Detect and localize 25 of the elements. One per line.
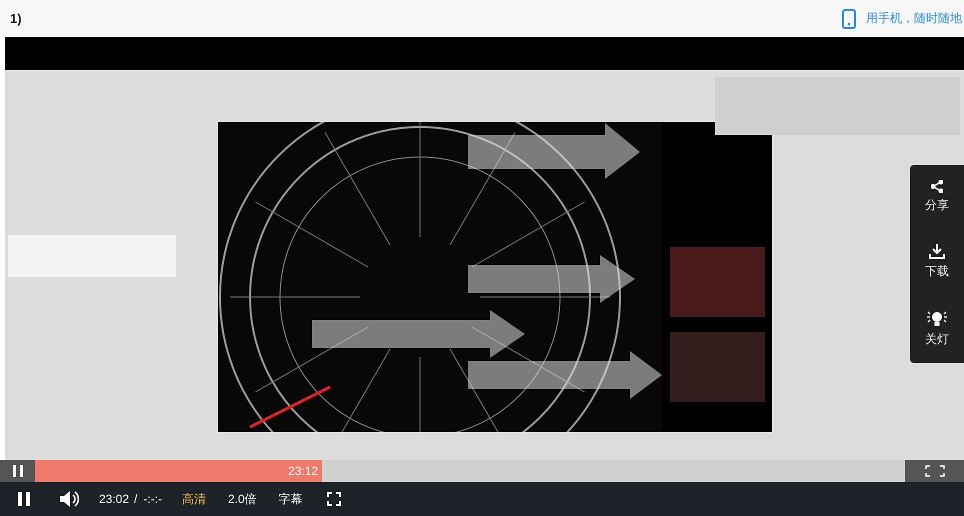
share-icon <box>931 180 943 194</box>
share-button[interactable]: 分享 <box>925 180 949 214</box>
pause-icon <box>18 492 30 506</box>
fullscreen-icon <box>326 492 341 506</box>
duration: -:-:- <box>143 492 162 506</box>
fullscreen-button[interactable] <box>326 492 341 506</box>
subtitles-button[interactable]: 字幕 <box>278 490 303 508</box>
pause-button[interactable] <box>18 492 30 506</box>
lamp-button[interactable]: 关灯 <box>925 310 949 348</box>
pause-icon <box>12 465 22 477</box>
volume-icon <box>60 491 79 507</box>
quality-button[interactable]: 高清 <box>182 490 206 508</box>
phone-icon <box>842 8 856 28</box>
time-separator: / <box>134 492 138 506</box>
speed-button[interactable]: 2.0倍 <box>228 490 257 508</box>
page-title: 1) <box>10 11 22 26</box>
seek-time: 23:12 <box>288 464 320 478</box>
pause-button[interactable] <box>0 460 35 482</box>
light-bulb-icon <box>926 310 948 327</box>
fullscreen-button[interactable] <box>905 460 964 482</box>
volume-button[interactable] <box>60 491 79 507</box>
download-button[interactable]: 下载 <box>925 244 949 280</box>
current-time: 23:02 <box>99 492 130 506</box>
fullscreen-icon <box>924 465 944 477</box>
download-icon <box>929 244 945 260</box>
